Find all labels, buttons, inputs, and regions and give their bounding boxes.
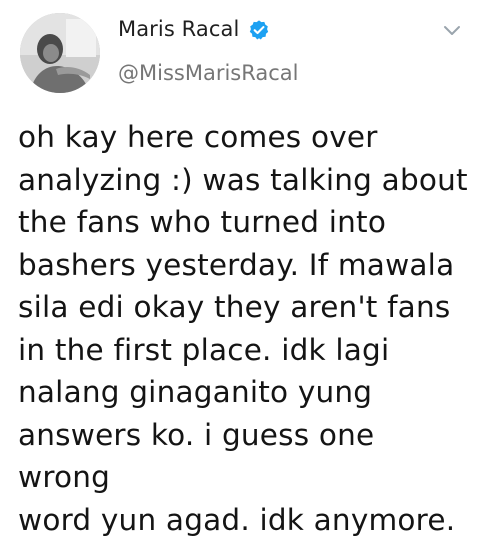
chevron-down-icon[interactable] — [442, 24, 462, 38]
tweet-text: oh kay here comes over analyzing :) was … — [18, 120, 468, 537]
author-display-name[interactable]: Maris Racal — [118, 14, 239, 44]
author-handle[interactable]: @MissMarisRacal — [118, 58, 298, 88]
avatar[interactable] — [20, 13, 100, 93]
avatar-image — [20, 13, 100, 93]
verified-badge-icon — [249, 20, 269, 40]
tweet-card: Maris Racal @MissMarisRacal oh kay here … — [0, 0, 480, 537]
